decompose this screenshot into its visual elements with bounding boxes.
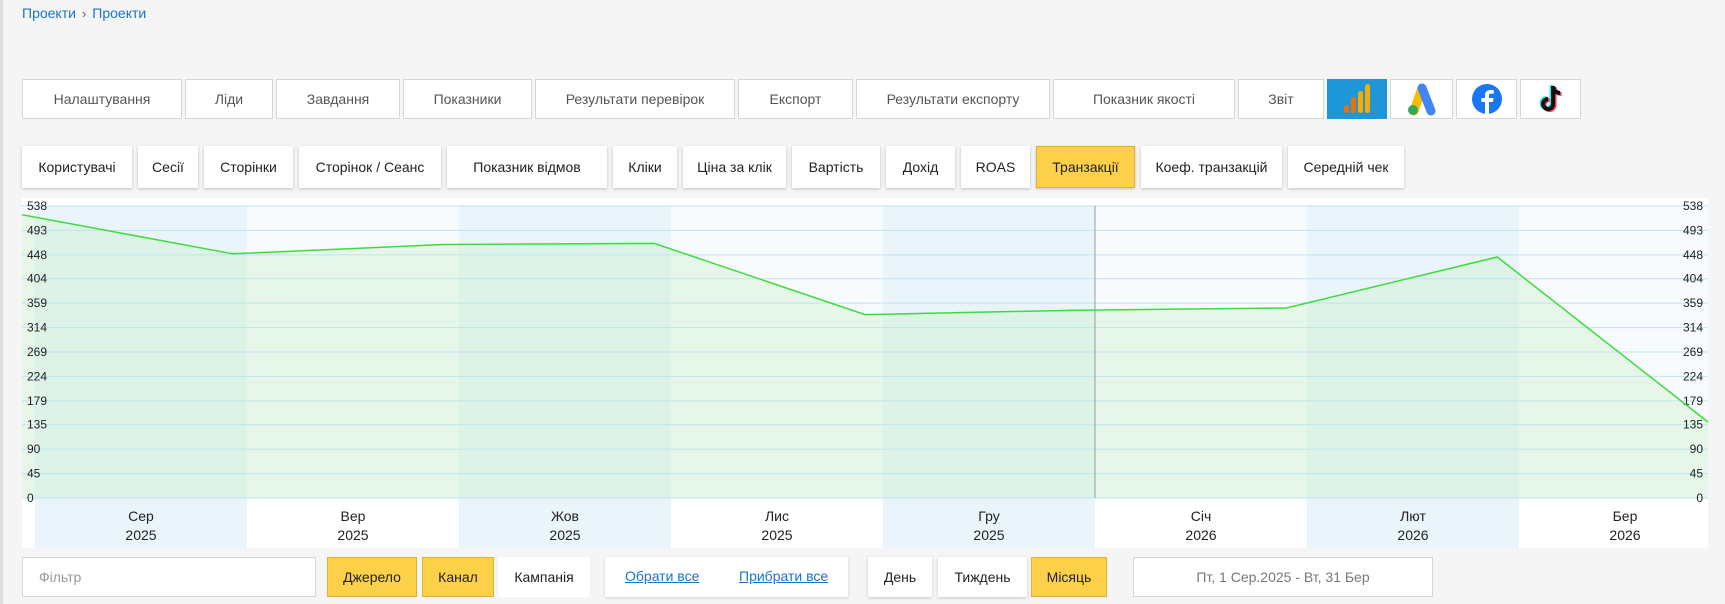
y-tick-label-left: 269 xyxy=(27,345,47,359)
x-tick-label-month: Лют xyxy=(1400,508,1426,524)
tab-metrics[interactable]: Показники xyxy=(403,79,532,119)
select-all-link[interactable]: Обрати все xyxy=(625,568,699,584)
y-tick-label-right: 538 xyxy=(1683,199,1703,213)
y-tick-label-right: 404 xyxy=(1683,272,1703,286)
metric-tab-sessions[interactable]: Сесії xyxy=(138,146,198,188)
google-analytics-icon xyxy=(1344,84,1370,113)
period-day-button[interactable]: День xyxy=(868,557,932,597)
transactions-chart: 538 538 493 493 448 448 404 404 359 359 314 314 269 2… xyxy=(22,198,1708,548)
x-tick-label-year: 2025 xyxy=(761,527,792,543)
period-month-button[interactable]: Місяць xyxy=(1031,557,1107,597)
group-channel-button[interactable]: Канал xyxy=(422,557,494,597)
y-tick-label-right: 269 xyxy=(1683,345,1703,359)
tab-quality-score[interactable]: Показник якості xyxy=(1053,79,1235,119)
y-tick-label-right: 0 xyxy=(1696,491,1703,505)
y-tick-label-left: 90 xyxy=(27,442,41,456)
selection-links: Обрати все Прибрати все xyxy=(605,557,848,597)
group-campaign-button[interactable]: Кампанія xyxy=(498,557,590,597)
metric-tab-cost[interactable]: Вартість xyxy=(792,146,880,188)
y-tick-label-left: 45 xyxy=(27,467,41,481)
metric-tab-pages-per-session[interactable]: Сторінок / Сеанс xyxy=(299,146,441,188)
y-tick-label-left: 135 xyxy=(27,418,47,432)
x-tick-label-month: Жов xyxy=(551,508,579,524)
x-tick-label-month: Сер xyxy=(128,508,154,524)
x-tick-label-month: Січ xyxy=(1191,508,1212,524)
y-tick-label-right: 448 xyxy=(1683,248,1703,262)
y-tick-label-left: 448 xyxy=(27,248,47,262)
x-tick-label-year: 2026 xyxy=(1609,527,1640,543)
y-tick-label-left: 404 xyxy=(27,272,47,286)
x-tick-label-year: 2025 xyxy=(337,527,368,543)
y-tick-label-left: 0 xyxy=(27,491,34,505)
x-tick-label-year: 2026 xyxy=(1397,527,1428,543)
date-range-picker[interactable]: Пт, 1 Сер.2025 - Вт, 31 Бер xyxy=(1133,557,1433,597)
breadcrumb-link[interactable]: Проекти xyxy=(92,5,146,21)
metric-tab-clicks[interactable]: Кліки xyxy=(613,146,677,188)
tab-check-results[interactable]: Результати перевірок xyxy=(535,79,735,119)
tab-tasks[interactable]: Завдання xyxy=(276,79,400,119)
tab-leads[interactable]: Ліди xyxy=(185,79,273,119)
metric-tab-transaction-rate[interactable]: Коеф. транзакцій xyxy=(1141,146,1282,188)
y-tick-label-right: 45 xyxy=(1690,467,1704,481)
tab-tiktok[interactable] xyxy=(1520,79,1581,119)
x-tick-label-year: 2025 xyxy=(973,527,1004,543)
chevron-right-icon: › xyxy=(81,5,87,21)
window-edge xyxy=(0,0,3,604)
tab-export[interactable]: Експорт xyxy=(738,79,853,119)
metric-tab-transactions[interactable]: Транзакції xyxy=(1036,146,1135,188)
x-tick-label-month: Вер xyxy=(341,508,366,524)
group-source-button[interactable]: Джерело xyxy=(327,557,417,597)
tab-export-results[interactable]: Результати експорту xyxy=(856,79,1050,119)
tab-facebook[interactable] xyxy=(1456,79,1517,119)
y-tick-label-left: 538 xyxy=(27,199,47,213)
y-tick-label-right: 314 xyxy=(1683,321,1703,335)
clear-all-link[interactable]: Прибрати все xyxy=(739,568,828,584)
metric-tab-pages[interactable]: Сторінки xyxy=(204,146,293,188)
y-tick-label-left: 359 xyxy=(27,296,47,310)
y-tick-label-right: 179 xyxy=(1683,394,1703,408)
tab-google-ads[interactable] xyxy=(1390,79,1453,119)
x-tick-label-month: Бер xyxy=(1613,508,1638,524)
y-tick-label-left: 493 xyxy=(27,223,47,237)
metric-tab-avg-check[interactable]: Середній чек xyxy=(1288,146,1404,188)
y-tick-label-left: 314 xyxy=(27,321,47,335)
period-week-button[interactable]: Тиждень xyxy=(938,557,1027,597)
tab-google-analytics[interactable] xyxy=(1327,79,1387,119)
chart-svg: 538 538 493 493 448 448 404 404 359 359 314 314 269 2… xyxy=(22,199,1708,548)
tiktok-icon xyxy=(1539,84,1562,112)
metric-tab-roas[interactable]: ROAS xyxy=(961,146,1030,188)
y-tick-label-right: 224 xyxy=(1683,369,1703,383)
x-tick-label-year: 2026 xyxy=(1185,527,1216,543)
tab-report[interactable]: Звіт xyxy=(1238,79,1324,119)
filter-input[interactable] xyxy=(22,557,316,597)
breadcrumb: Проекти › Проекти xyxy=(22,5,146,21)
metric-tab-cpc[interactable]: Ціна за клік xyxy=(683,146,786,188)
x-tick-label-month: Лис xyxy=(765,508,789,524)
y-tick-label-right: 493 xyxy=(1683,223,1703,237)
metric-tab-revenue[interactable]: Дохід xyxy=(886,146,955,188)
y-tick-label-right: 90 xyxy=(1690,442,1704,456)
google-ads-icon xyxy=(1407,83,1435,116)
y-tick-label-left: 224 xyxy=(27,369,47,383)
y-tick-label-right: 359 xyxy=(1683,296,1703,310)
x-tick-label-year: 2025 xyxy=(125,527,156,543)
tab-settings[interactable]: Налаштування xyxy=(22,79,182,119)
x-tick-label-year: 2025 xyxy=(549,527,580,543)
x-tick-label-month: Гру xyxy=(978,508,999,524)
metric-tab-bounce-rate[interactable]: Показник відмов xyxy=(447,146,607,188)
metric-tab-users[interactable]: Користувачі xyxy=(22,146,132,188)
breadcrumb-link[interactable]: Проекти xyxy=(22,5,76,21)
facebook-icon xyxy=(1471,84,1502,114)
y-tick-label-right: 135 xyxy=(1683,418,1703,432)
y-tick-label-left: 179 xyxy=(27,394,47,408)
